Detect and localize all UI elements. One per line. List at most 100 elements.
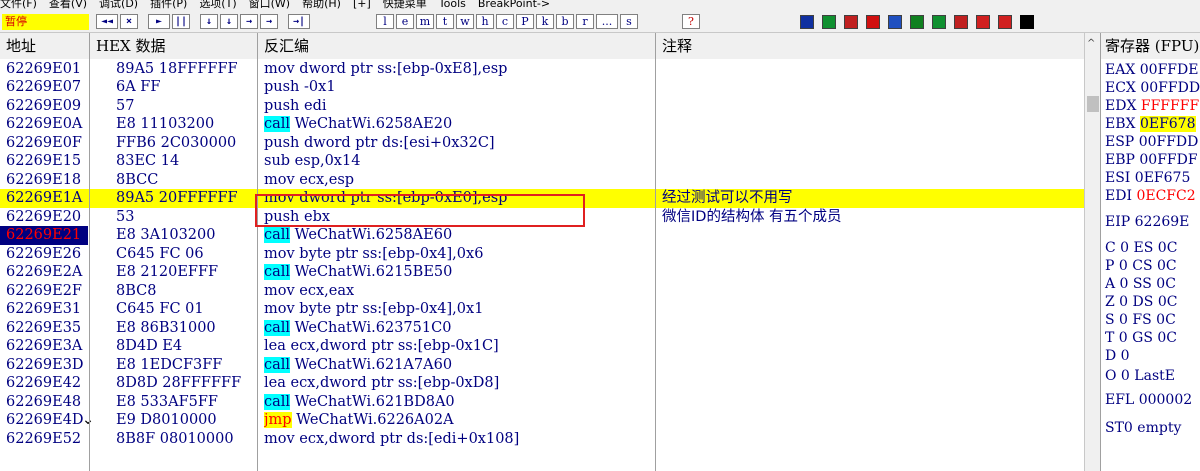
disasm-row[interactable]: 62269E3D E8 1EDCF3FF call WeChatWi.621A7A6… (0, 356, 1084, 375)
register-entry[interactable]: O 0 LastE (1105, 367, 1175, 385)
disasm-row[interactable]: 62269E0F FFB6 2C030000 push dword ptr ds:[… (0, 134, 1084, 153)
disasm-row[interactable]: 62269E01 89A5 18FFFFFF mov dword ptr ss:[e… (0, 60, 1084, 79)
toolbar-button[interactable]: → (240, 14, 258, 29)
row-comment[interactable] (662, 171, 1072, 190)
plugin-8-icon[interactable] (954, 15, 968, 29)
menu-item[interactable]: 快捷菜单 (383, 0, 427, 10)
disasm-row[interactable]: 62269E07 6A FF push -0x1 (0, 78, 1084, 97)
row-comment[interactable] (662, 300, 1072, 319)
register-entry[interactable]: ESP 00FFDD (1105, 133, 1198, 151)
toolbar-window-button[interactable]: b (556, 14, 574, 29)
register-entry[interactable]: EDI 0ECFC2 (1105, 187, 1196, 205)
menu-item[interactable]: 帮助(H) (302, 0, 341, 10)
register-entry[interactable]: ESI 0EF675 (1105, 169, 1190, 187)
menu-item[interactable]: 查看(V) (49, 0, 87, 10)
toolbar-window-button[interactable]: e (396, 14, 414, 29)
toolbar-window-button[interactable]: ... (596, 14, 618, 29)
disasm-row[interactable]: 62269E48 E8 533AF5FF call WeChatWi.621BD8A… (0, 393, 1084, 412)
toolbar-window-button[interactable]: h (476, 14, 494, 29)
help-button[interactable]: ? (682, 14, 700, 29)
register-entry[interactable]: EIP 62269E (1105, 213, 1189, 231)
toolbar-button[interactable]: ► (148, 14, 170, 29)
plugin-black-icon[interactable] (1020, 15, 1034, 29)
plugin-5-icon[interactable] (888, 15, 902, 29)
disasm-row[interactable]: 62269E18 8BCC mov ecx,esp (0, 171, 1084, 190)
row-comment[interactable] (662, 337, 1072, 356)
menu-item[interactable]: Tools (439, 0, 466, 10)
toolbar-window-button[interactable]: k (536, 14, 554, 29)
disasm-row[interactable]: 62269E42 8D8D 28FFFFFF lea ecx,dword ptr s… (0, 374, 1084, 393)
row-comment[interactable] (662, 263, 1072, 282)
row-comment[interactable] (662, 152, 1072, 171)
register-entry[interactable]: ST0 empty (1105, 419, 1181, 437)
plugin-3-icon[interactable] (844, 15, 858, 29)
disasm-row[interactable]: 62269E35 E8 86B31000 call WeChatWi.623751C… (0, 319, 1084, 338)
toolbar-window-button[interactable]: P (516, 14, 534, 29)
toolbar-window-button[interactable]: r (576, 14, 594, 29)
disasm-row[interactable]: 62269E4D ⌄ E9 D8010000 jmp WeChatWi.6226A02… (0, 411, 1084, 430)
row-comment[interactable] (662, 374, 1072, 393)
toolbar-button[interactable]: × (120, 14, 138, 29)
menu-item[interactable]: [+] (353, 0, 371, 10)
disasm-row[interactable]: 62269E26 C645 FC 06 mov byte ptr ss:[ebp-0… (0, 245, 1084, 264)
toolbar-window-button[interactable]: l (376, 14, 394, 29)
row-comment[interactable]: 微信ID的结构体 有五个成员 (662, 208, 1072, 227)
register-entry[interactable]: EBP 00FFDF (1105, 151, 1198, 169)
toolbar-button[interactable]: ◄◄ (96, 14, 118, 29)
toolbar-window-button[interactable]: m (416, 14, 434, 29)
row-comment[interactable] (662, 226, 1072, 245)
disasm-row[interactable]: 62269E3A 8D4D E4 lea ecx,dword ptr ss:[ebp… (0, 337, 1084, 356)
row-comment[interactable] (662, 393, 1072, 412)
menu-item[interactable]: 文件(F) (0, 0, 37, 10)
row-comment[interactable] (662, 430, 1072, 449)
toolbar-button[interactable]: → (260, 14, 278, 29)
menu-item[interactable]: 调试(D) (99, 0, 138, 10)
plugin-6-icon[interactable] (910, 15, 924, 29)
register-entry[interactable]: Z 0 DS 0C (1105, 293, 1177, 311)
register-entry[interactable]: D 0 (1105, 347, 1130, 365)
register-entry[interactable]: A 0 SS 0C (1105, 275, 1176, 293)
plugin-4-icon[interactable] (866, 15, 880, 29)
row-comment[interactable]: 经过测试可以不用写 (662, 189, 1072, 208)
toolbar-button[interactable]: ↓ (220, 14, 238, 29)
disasm-row[interactable]: 62269E09 57 push edi (0, 97, 1084, 116)
register-entry[interactable]: P 0 CS 0C (1105, 257, 1177, 275)
register-entry[interactable]: T 0 GS 0C (1105, 329, 1177, 347)
disasm-row[interactable]: 62269E21 E8 3A103200 call WeChatWi.6258AE6… (0, 226, 1084, 245)
row-comment[interactable] (662, 356, 1072, 375)
plugin-9-icon[interactable] (976, 15, 990, 29)
vertical-scrollbar[interactable]: ^ (1084, 33, 1101, 471)
row-comment[interactable] (662, 411, 1072, 430)
column-header-address[interactable]: 地址 (0, 33, 90, 59)
scrollbar-thumb[interactable] (1087, 96, 1099, 112)
row-comment[interactable] (662, 115, 1072, 134)
plugin-1-icon[interactable] (800, 15, 814, 29)
column-header-disasm[interactable]: 反汇编 (258, 33, 656, 59)
column-header-hex[interactable]: HEX 数据 (90, 33, 258, 59)
disasm-row[interactable]: 62269E52 8B8F 08010000 mov ecx,dword ptr d… (0, 430, 1084, 449)
toolbar-window-button[interactable]: s (620, 14, 638, 29)
toolbar-button[interactable]: →| (288, 14, 310, 29)
register-entry[interactable]: EDX FFFFFF (1105, 97, 1199, 115)
plugin-2-icon[interactable] (822, 15, 836, 29)
row-comment[interactable] (662, 78, 1072, 97)
toolbar-window-button[interactable]: w (456, 14, 474, 29)
row-comment[interactable] (662, 319, 1072, 338)
register-entry[interactable]: ECX 00FFDD (1105, 79, 1200, 97)
register-entry[interactable]: S 0 FS 0C (1105, 311, 1176, 329)
scroll-up-arrow-icon[interactable]: ^ (1087, 38, 1095, 49)
disassembly-grid[interactable]: 62269E01 89A5 18FFFFFF mov dword ptr ss:[e… (0, 59, 1084, 471)
row-comment[interactable] (662, 97, 1072, 116)
toolbar-window-button[interactable]: t (436, 14, 454, 29)
register-entry[interactable]: EAX 00FFDE (1105, 61, 1198, 79)
menu-item[interactable]: 选项(T) (199, 0, 236, 10)
register-entry[interactable]: EBX 0EF678 (1105, 115, 1196, 133)
disasm-row[interactable]: 62269E2F 8BC8 mov ecx,eax (0, 282, 1084, 301)
toolbar-button[interactable]: || (172, 14, 190, 29)
row-comment[interactable] (662, 282, 1072, 301)
disasm-row[interactable]: 62269E31 C645 FC 01 mov byte ptr ss:[ebp-0… (0, 300, 1084, 319)
plugin-10-icon[interactable] (998, 15, 1012, 29)
row-comment[interactable] (662, 245, 1072, 264)
disasm-row[interactable]: 62269E0A E8 11103200 call WeChatWi.6258AE2… (0, 115, 1084, 134)
row-comment[interactable] (662, 134, 1072, 153)
